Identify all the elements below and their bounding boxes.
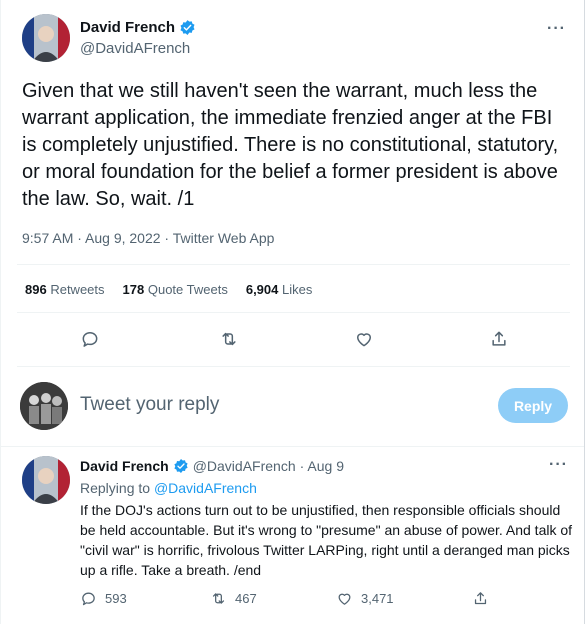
quotes-count: 178 <box>122 282 145 297</box>
likes-count: 6,904 <box>245 282 279 297</box>
likes-stat[interactable]: 6,904 Likes <box>246 282 313 297</box>
user-avatar-image <box>20 382 68 430</box>
retweets-label: Retweets <box>50 282 105 297</box>
retweets-count: 896 <box>25 282 47 297</box>
replying-prefix: Replying to <box>80 480 151 496</box>
tweet-detail-panel: David French @DavidAFrench ··· Given tha… <box>0 0 585 624</box>
reply-date[interactable]: · Aug 9 <box>300 458 344 474</box>
retweets-stat[interactable]: 896 Retweets <box>25 282 105 297</box>
reply-compose: Tweet your reply Reply <box>1 372 585 440</box>
verified-badge-icon <box>180 20 195 35</box>
reply-input[interactable]: Tweet your reply <box>80 394 219 416</box>
reply-submit-button[interactable]: Reply <box>498 388 568 423</box>
reply-author-avatar[interactable] <box>22 456 70 504</box>
more-options-icon[interactable]: ··· <box>547 20 566 38</box>
retweet-button[interactable] <box>214 324 244 354</box>
replying-to: Replying to @DavidAFrench <box>80 480 257 496</box>
like-icon <box>357 333 371 347</box>
retweet-count: 467 <box>235 591 257 606</box>
divider <box>17 366 570 367</box>
tweet-timestamp[interactable]: 9:57 AM · Aug 9, 2022 · Twitter Web App <box>22 230 274 246</box>
divider <box>17 312 570 313</box>
reply-author-handle[interactable]: @DavidAFrench <box>193 458 296 474</box>
author-handle[interactable]: @DavidAFrench <box>80 40 190 57</box>
reply-tweet[interactable]: David French @DavidAFrench · Aug 9 ··· R… <box>1 446 585 624</box>
reply-button[interactable] <box>75 324 105 354</box>
reply-icon <box>82 332 98 347</box>
reply-count: 593 <box>105 591 127 606</box>
retweet-button[interactable]: 467 <box>210 590 257 607</box>
share-icon <box>492 331 506 346</box>
verified-badge-icon <box>174 459 188 473</box>
like-button[interactable]: 3,471 <box>336 590 394 607</box>
quote-tweets-stat[interactable]: 178 Quote Tweets <box>123 282 228 297</box>
share-button[interactable] <box>484 324 514 354</box>
more-options-icon[interactable]: ··· <box>549 456 568 474</box>
avatar-image <box>22 456 70 504</box>
author-display-name[interactable]: David French <box>80 19 175 36</box>
retweet-icon <box>222 332 236 346</box>
reply-button[interactable]: 593 <box>80 590 127 607</box>
reply-tweet-text: If the DOJ's actions turn out to be unju… <box>80 502 573 578</box>
tweet-text: Given that we still haven't seen the war… <box>22 80 559 210</box>
retweet-icon <box>212 593 225 604</box>
main-tweet-header: David French @DavidAFrench ··· <box>22 14 570 62</box>
avatar-image <box>22 14 70 62</box>
like-button[interactable] <box>349 324 379 354</box>
share-icon <box>474 592 487 605</box>
quotes-label: Quote Tweets <box>147 282 228 297</box>
replying-to-link[interactable]: @DavidAFrench <box>154 480 257 496</box>
divider <box>17 264 570 265</box>
reply-icon <box>82 592 95 606</box>
likes-label: Likes <box>282 282 313 297</box>
reply-tweet-actions: 593 467 3,471 <box>80 590 500 610</box>
tweet-actions <box>17 324 570 354</box>
like-count: 3,471 <box>361 591 394 606</box>
engagement-stats: 896 Retweets 178 Quote Tweets 6,904 Like… <box>25 282 330 297</box>
reply-author-name[interactable]: David French <box>80 458 169 474</box>
share-button[interactable] <box>472 590 489 607</box>
author-avatar[interactable] <box>22 14 70 62</box>
like-icon <box>338 593 351 605</box>
current-user-avatar[interactable] <box>20 382 68 430</box>
